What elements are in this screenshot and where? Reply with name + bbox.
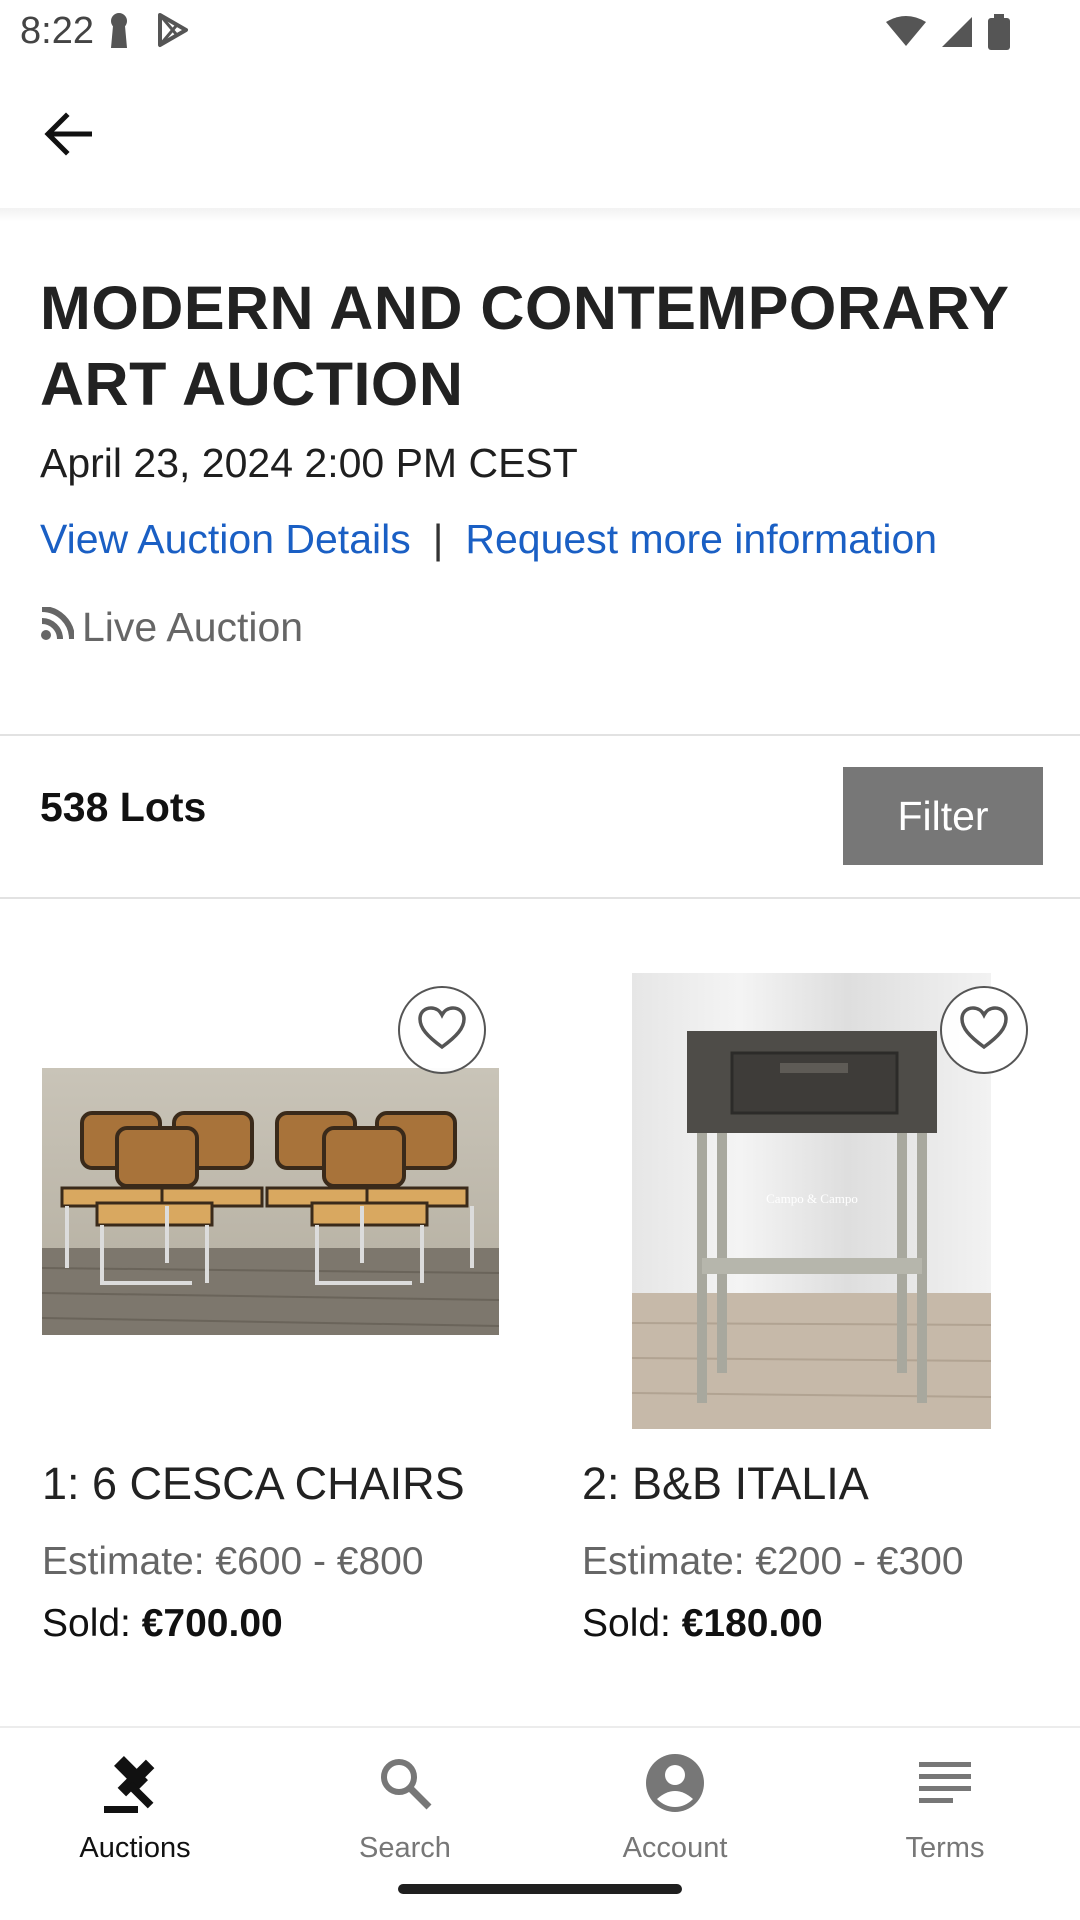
heart-outline-icon <box>417 1005 467 1055</box>
nav-label: Search <box>359 1832 451 1864</box>
status-bar: 8:22 <box>0 0 1080 64</box>
sold-label: Sold: <box>582 1602 682 1645</box>
app-bar-shadow <box>0 208 1080 222</box>
nav-terms[interactable]: Terms <box>810 1748 1080 1878</box>
lot-sold: Sold: €700.00 <box>42 1602 283 1646</box>
filter-button[interactable]: Filter <box>843 767 1043 865</box>
favorite-button[interactable] <box>940 986 1028 1074</box>
sold-price: €700.00 <box>141 1602 283 1645</box>
link-separator: | <box>432 516 444 562</box>
lot-estimate: Estimate: €200 - €300 <box>582 1540 964 1583</box>
sold-label: Sold: <box>42 1602 142 1645</box>
account-icon <box>645 1748 705 1818</box>
arrow-back-icon <box>44 111 93 161</box>
heart-outline-icon <box>959 1005 1009 1055</box>
status-time: 8:22 <box>20 10 94 52</box>
live-auction-indicator: Live Auction <box>40 604 303 651</box>
nav-account[interactable]: Account <box>540 1748 810 1878</box>
divider <box>0 897 1080 899</box>
search-icon <box>377 1748 433 1818</box>
nav-label: Terms <box>905 1832 985 1864</box>
gavel-icon <box>102 1748 168 1818</box>
lot-image-chairs[interactable] <box>41 1068 500 1335</box>
list-icon <box>919 1748 971 1818</box>
nav-search[interactable]: Search <box>270 1748 540 1878</box>
battery-icon <box>988 14 1010 55</box>
view-auction-details-link[interactable]: View Auction Details <box>40 516 411 563</box>
auction-links: View Auction Details | Request more info… <box>40 516 937 563</box>
auction-date: April 23, 2024 2:00 PM CEST <box>40 440 578 486</box>
favorite-button[interactable] <box>398 986 486 1074</box>
auction-title: MODERN AND CONTEMPORARY ART AUCTION <box>40 274 1009 418</box>
keyhole-icon <box>108 12 130 53</box>
request-info-link[interactable]: Request more information <box>465 516 937 563</box>
lot-image-nightstand[interactable]: Campo & Campo <box>631 973 992 1429</box>
lots-count: 538 Lots <box>40 784 207 830</box>
rss-icon <box>40 604 82 651</box>
lot-sold: Sold: €180.00 <box>582 1602 823 1646</box>
play-store-icon <box>156 12 190 53</box>
nav-label: Account <box>622 1832 728 1864</box>
nav-auctions[interactable]: Auctions <box>0 1748 270 1878</box>
live-auction-label: Live Auction <box>82 604 304 650</box>
divider <box>0 734 1080 736</box>
lot-title[interactable]: 1: 6 CESCA CHAIRS <box>42 1458 465 1510</box>
signal-icon <box>940 15 974 54</box>
app-bar <box>0 64 1080 214</box>
lot-title[interactable]: 2: B&B ITALIA <box>582 1458 869 1510</box>
home-indicator[interactable] <box>398 1884 682 1894</box>
wifi-icon <box>886 16 926 53</box>
lot-card-2[interactable]: Campo & Campo 2: B&B ITALIA Estimate: €2… <box>580 970 1050 1670</box>
image-watermark: Campo & Campo <box>766 1191 858 1206</box>
lot-estimate: Estimate: €600 - €800 <box>42 1540 424 1583</box>
back-button[interactable] <box>38 108 98 164</box>
sold-price: €180.00 <box>681 1602 823 1645</box>
lot-card-1[interactable]: 1: 6 CESCA CHAIRS Estimate: €600 - €800 … <box>40 970 510 1670</box>
nav-label: Auctions <box>79 1832 191 1864</box>
